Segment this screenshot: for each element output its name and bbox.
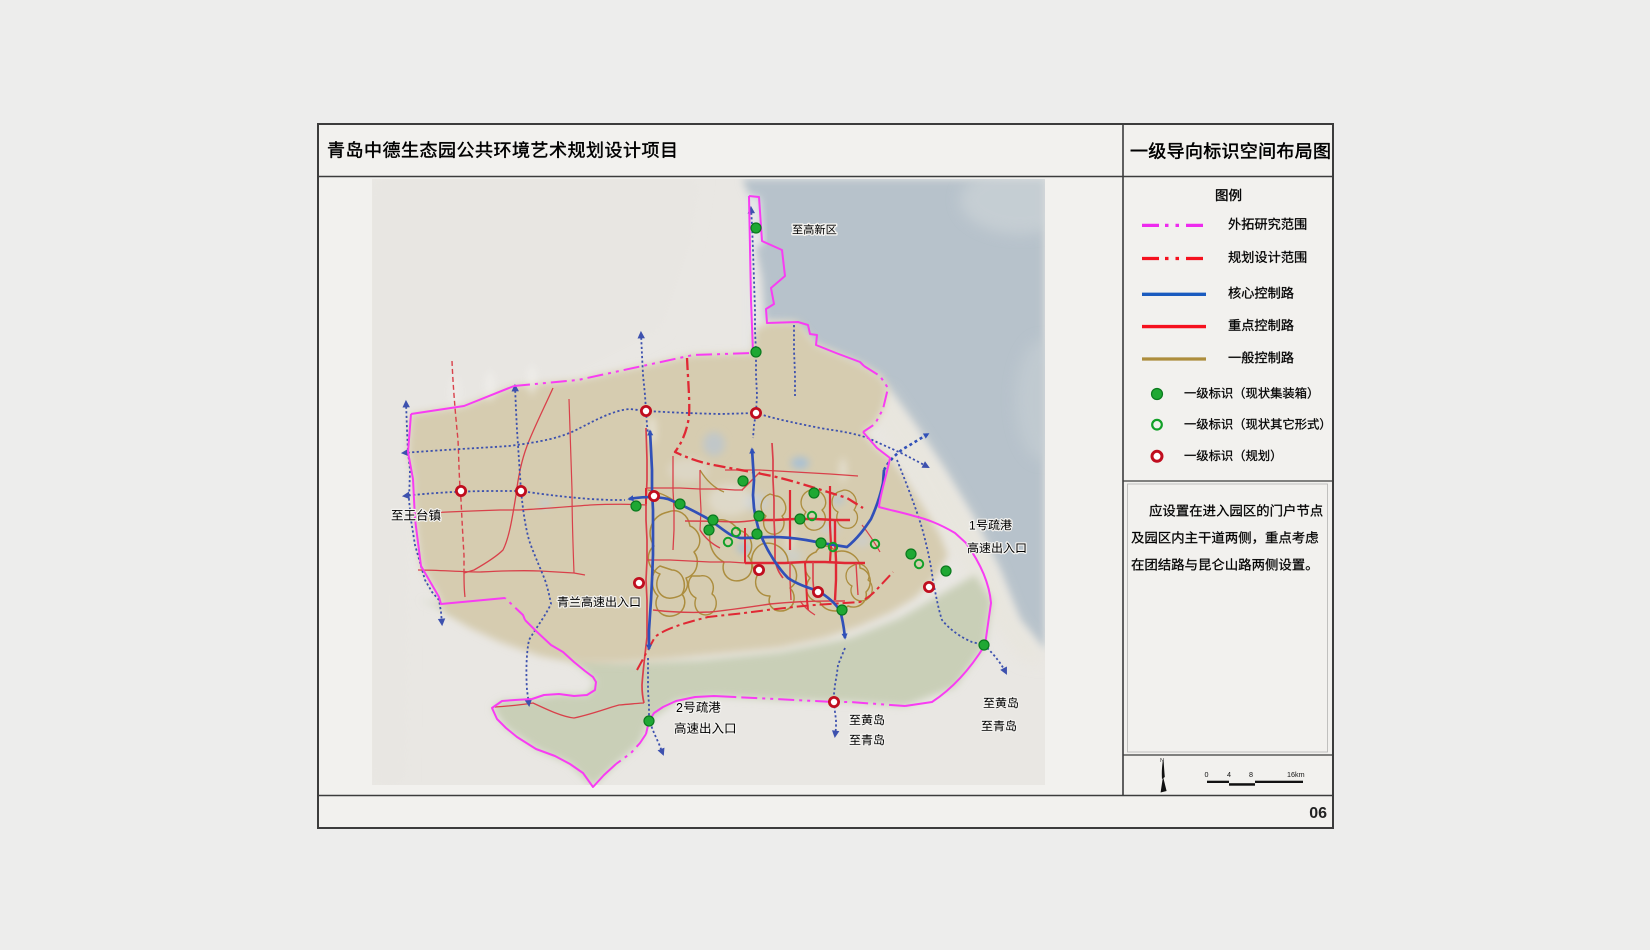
svg-text:06: 06 — [1309, 805, 1327, 822]
svg-text:2: 2 — [676, 701, 683, 715]
svg-text:0: 0 — [1205, 770, 1209, 779]
svg-text:1: 1 — [969, 518, 976, 532]
svg-text:4: 4 — [1227, 770, 1231, 779]
svg-text:16km: 16km — [1287, 770, 1305, 779]
svg-text:8: 8 — [1249, 770, 1253, 779]
svg-text:N: N — [1160, 758, 1164, 764]
